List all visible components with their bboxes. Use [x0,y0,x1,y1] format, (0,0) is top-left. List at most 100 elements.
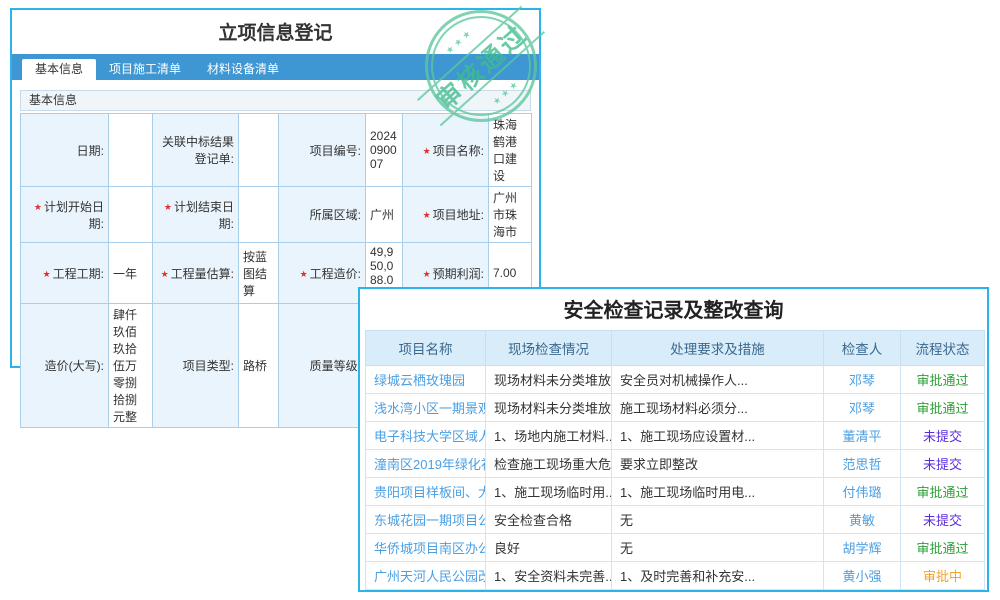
tab-material-list[interactable]: 材料设备清单 [194,59,292,80]
project-name-link[interactable]: 浅水湾小区一期景观提升 [366,394,486,422]
safety-query-panel: 安全检查记录及整改查询 项目名称现场检查情况处理要求及措施检查人流程状态 绿城云… [358,287,989,592]
status-badge: 审批通过 [901,534,985,562]
field-label: ★项目名称: [403,114,489,187]
field-label: ★工程量估算: [153,243,239,304]
form-row: ★计划开始日期: ★计划结束日期: 所属区域:广州★项目地址:广州市珠海市 [21,187,532,243]
required-star-icon: ★ [423,210,431,220]
form-row: 日期: 关联中标结果登记单: 项目编号:2024090007★项目名称:珠海鹤港口建… [21,114,532,187]
status-badge: 审批通过 [901,394,985,422]
field-label: 项目类型: [153,304,239,428]
field-label: 质量等级: [279,304,366,428]
required-star-icon: ★ [34,202,42,212]
project-name-link[interactable]: 绿城云栖玫瑰园 [366,366,486,394]
field-label: ★项目地址: [403,187,489,243]
field-label: 日期: [21,114,109,187]
measures-cell: 要求立即整改 [612,450,824,478]
table-row: 潼南区2019年绿化补贴项检查施工现场重大危...要求立即整改范思哲未提交 [366,450,985,478]
inspection-cell: 安全检查合格 [486,506,612,534]
safety-table-head-row: 项目名称现场检查情况处理要求及措施检查人流程状态 [366,331,985,366]
field-label: ★工程工期: [21,243,109,304]
measures-cell: 安全员对机械操作人... [612,366,824,394]
safety-table: 项目名称现场检查情况处理要求及措施检查人流程状态 绿城云栖玫瑰园现场材料未分类堆… [365,330,985,590]
status-badge: 未提交 [901,422,985,450]
field-label: ★工程造价: [279,243,366,304]
required-star-icon: ★ [423,269,431,279]
measures-cell: 无 [612,506,824,534]
registration-panel-title: 立项信息登记 [12,21,539,47]
field-value: 路桥 [239,304,279,428]
project-name-link[interactable]: 华侨城项目南区办公室内 [366,534,486,562]
field-value [109,187,153,243]
status-badge: 审批中 [901,562,985,590]
measures-cell: 1、施工现场应设置材... [612,422,824,450]
required-star-icon: ★ [161,269,169,279]
field-value: 珠海鹤港口建设 [489,114,532,187]
safety-table-body: 绿城云栖玫瑰园现场材料未分类堆放安全员对机械操作人...邓琴审批通过浅水湾小区一… [366,366,985,590]
column-header: 流程状态 [901,331,985,366]
inspection-cell: 现场材料未分类堆放 [486,394,612,422]
status-badge: 审批通过 [901,366,985,394]
column-header: 现场检查情况 [486,331,612,366]
status-badge: 审批通过 [901,478,985,506]
field-label: 关联中标结果登记单: [153,114,239,187]
inspector-cell: 付伟璐 [824,478,901,506]
required-star-icon: ★ [164,202,172,212]
project-name-link[interactable]: 电子科技大学区域人行道 [366,422,486,450]
inspector-cell: 黄小强 [824,562,901,590]
field-value: 肆仟玖佰玖拾伍万零捌拾捌元整 [109,304,153,428]
inspector-cell: 胡学辉 [824,534,901,562]
field-value [239,187,279,243]
field-label: 造价(大写): [21,304,109,428]
required-star-icon: ★ [43,269,51,279]
table-row: 东城花园一期项目公寓大安全检查合格无黄敏未提交 [366,506,985,534]
field-value: 2024090007 [366,114,403,187]
table-row: 贵阳项目样板间、大堂、1、施工现场临时用...1、施工现场临时用电...付伟璐审… [366,478,985,506]
tab-basic-info[interactable]: 基本信息 [22,59,96,80]
tab-construction-list[interactable]: 项目施工清单 [96,59,194,80]
measures-cell: 1、施工现场临时用电... [612,478,824,506]
project-name-link[interactable]: 广州天河人民公园改造工 [366,562,486,590]
measures-cell: 施工现场材料必须分... [612,394,824,422]
required-star-icon: ★ [423,146,431,156]
status-badge: 未提交 [901,506,985,534]
table-row: 绿城云栖玫瑰园现场材料未分类堆放安全员对机械操作人...邓琴审批通过 [366,366,985,394]
field-value: 一年 [109,243,153,304]
project-name-link[interactable]: 东城花园一期项目公寓大 [366,506,486,534]
inspector-cell: 邓琴 [824,394,901,422]
inspector-cell: 黄敏 [824,506,901,534]
field-label: 所属区域: [279,187,366,243]
section-header: 基本信息 [20,90,531,111]
project-name-link[interactable]: 潼南区2019年绿化补贴项 [366,450,486,478]
inspection-cell: 1、场地内施工材料... [486,422,612,450]
table-row: 浅水湾小区一期景观提升现场材料未分类堆放施工现场材料必须分...邓琴审批通过 [366,394,985,422]
required-star-icon: ★ [300,269,308,279]
field-label: ★计划结束日期: [153,187,239,243]
field-value: 广州 [366,187,403,243]
column-header: 项目名称 [366,331,486,366]
column-header: 检查人 [824,331,901,366]
table-row: 华侨城项目南区办公室内良好无胡学辉审批通过 [366,534,985,562]
measures-cell: 无 [612,534,824,562]
inspection-cell: 1、安全资料未完善... [486,562,612,590]
inspector-cell: 董清平 [824,422,901,450]
inspection-cell: 良好 [486,534,612,562]
measures-cell: 1、及时完善和补充安... [612,562,824,590]
field-value: 按蓝图结算 [239,243,279,304]
inspector-cell: 邓琴 [824,366,901,394]
field-value [109,114,153,187]
field-value [239,114,279,187]
project-name-link[interactable]: 贵阳项目样板间、大堂、 [366,478,486,506]
field-value: 广州市珠海市 [489,187,532,243]
inspection-cell: 1、施工现场临时用... [486,478,612,506]
column-header: 处理要求及措施 [612,331,824,366]
status-badge: 未提交 [901,450,985,478]
table-row: 电子科技大学区域人行道1、场地内施工材料...1、施工现场应设置材...董清平未… [366,422,985,450]
table-row: 广州天河人民公园改造工1、安全资料未完善...1、及时完善和补充安...黄小强审… [366,562,985,590]
safety-panel-title: 安全检查记录及整改查询 [360,296,987,326]
inspector-cell: 范思哲 [824,450,901,478]
field-label: 项目编号: [279,114,366,187]
tab-bar: 基本信息项目施工清单材料设备清单 [12,54,539,80]
inspection-cell: 现场材料未分类堆放 [486,366,612,394]
inspection-cell: 检查施工现场重大危... [486,450,612,478]
field-label: ★计划开始日期: [21,187,109,243]
